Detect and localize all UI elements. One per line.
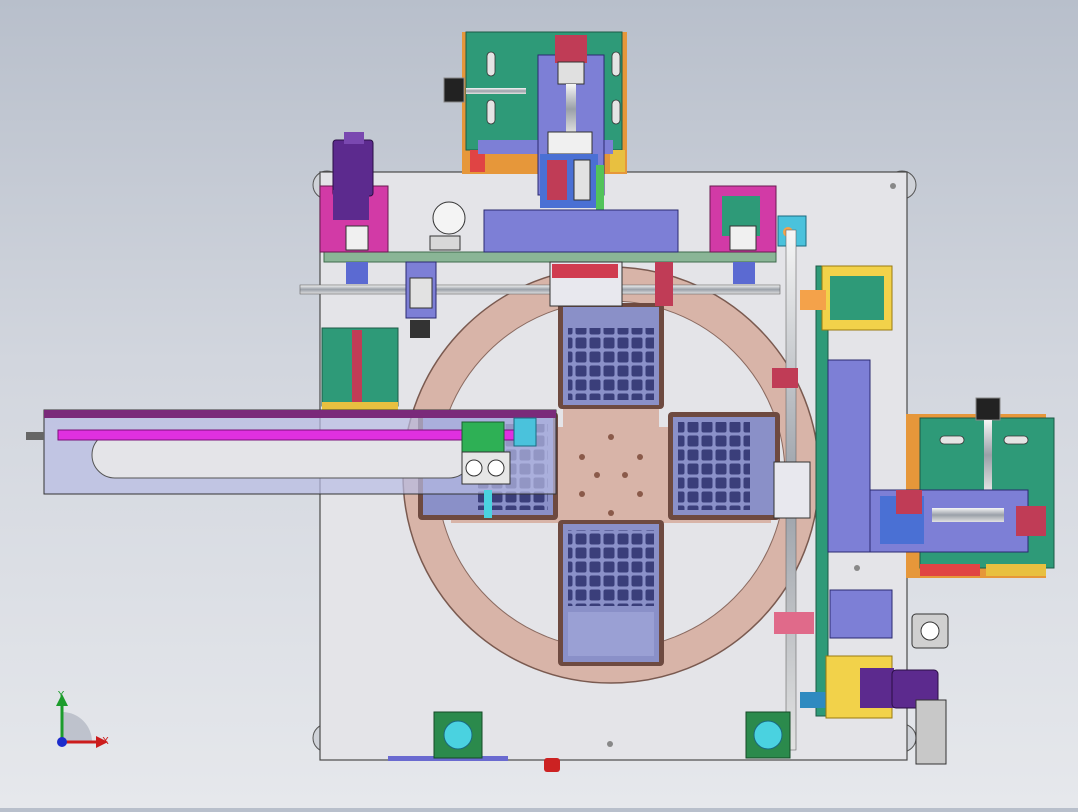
start-button-right[interactable] — [745, 711, 791, 759]
tray-top — [558, 303, 664, 409]
x-axis-label: X — [102, 736, 109, 747]
z-axis-dot — [57, 737, 67, 747]
cad-viewport[interactable]: Y X — [0, 0, 1078, 808]
emergency-stop-icon[interactable] — [544, 758, 560, 772]
left-mount-block — [321, 327, 399, 410]
tray-bottom — [558, 520, 664, 666]
assembly-drawing: Y X — [26, 31, 1055, 772]
left-cylinder-assembly — [319, 132, 389, 253]
start-button-left[interactable] — [433, 711, 483, 759]
tray-right — [668, 412, 780, 520]
y-axis-label: Y — [57, 690, 65, 701]
coordinate-triad: Y X — [56, 690, 109, 748]
